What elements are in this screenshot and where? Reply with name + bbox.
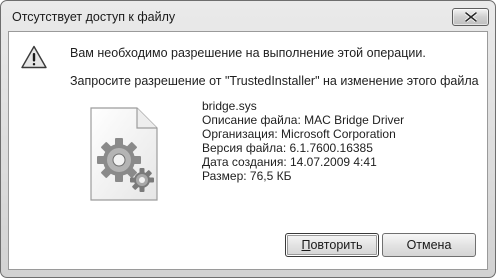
close-icon bbox=[464, 12, 477, 22]
file-size: Размер: 76,5 КБ bbox=[202, 169, 292, 183]
warning-icon bbox=[21, 45, 47, 69]
dialog-content: Вам необходимо разрешение на выполнение … bbox=[8, 31, 488, 270]
file-version: Версия файла: 6.1.7600.16385 bbox=[202, 141, 373, 155]
cancel-label: Отмена bbox=[406, 238, 452, 252]
retry-accelerator: П bbox=[301, 238, 311, 252]
retry-button[interactable]: Повторить bbox=[285, 233, 379, 257]
file-details: bridge.sys Описание файла: MAC Bridge Dr… bbox=[202, 99, 404, 183]
window-title: Отсутствует доступ к файлу bbox=[12, 10, 176, 24]
file-created-date: Дата создания: 14.07.2009 4:41 bbox=[202, 155, 377, 169]
file-name: bridge.sys bbox=[202, 99, 257, 113]
retry-label: овторить bbox=[310, 238, 363, 252]
file-description: Описание файла: MAC Bridge Driver bbox=[202, 113, 405, 127]
main-instruction: Вам необходимо разрешение на выполнение … bbox=[70, 46, 426, 60]
cancel-button[interactable]: Отмена bbox=[382, 233, 476, 257]
system-file-gears-icon bbox=[90, 107, 158, 201]
permission-request-text: Запросите разрешение от "TrustedInstalle… bbox=[70, 74, 479, 88]
close-button[interactable] bbox=[452, 8, 489, 26]
file-company: Организация: Microsoft Corporation bbox=[202, 127, 396, 141]
dialog-window: Отсутствует доступ к файлу Вам необходим… bbox=[0, 0, 496, 278]
